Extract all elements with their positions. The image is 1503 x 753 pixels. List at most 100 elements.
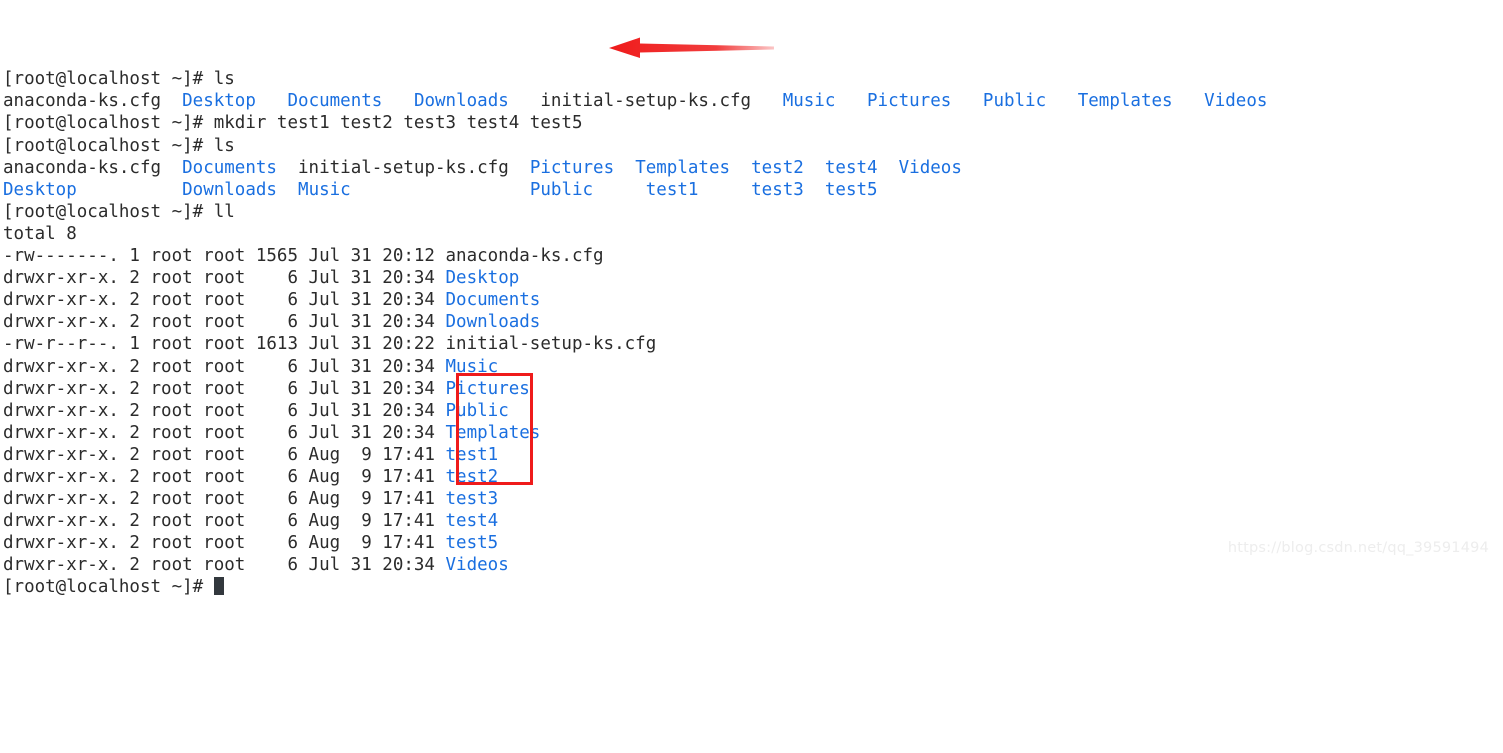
text-cursor (213, 577, 225, 596)
terminal-line: drwxr-xr-x. 2 root root 6 Jul 31 20:34 D… (3, 311, 1503, 333)
terminal-line: -rw-r--r--. 1 root root 1613 Jul 31 20:2… (3, 333, 1503, 355)
directory-name: Videos (445, 555, 509, 576)
directory-name: Downloads (413, 91, 509, 112)
directory-name: Desktop (445, 268, 520, 289)
output-text: drwxr-xr-x. 2 root root 6 Jul 31 20:34 (3, 378, 446, 399)
terminal-line: [root@localhost ~]# (3, 576, 1503, 598)
terminal-line: [root@localhost ~]# mkdir test1 test2 te… (3, 112, 1503, 134)
output-text: drwxr-xr-x. 2 root root 6 Jul 31 20:34 (3, 422, 446, 443)
directory-name: Templates (445, 422, 541, 443)
shell-command[interactable]: mkdir test1 test2 test3 test4 test5 (214, 113, 583, 133)
terminal-line: drwxr-xr-x. 2 root root 6 Jul 31 20:34 T… (3, 422, 1503, 444)
output-text: drwxr-xr-x. 2 root root 6 Jul 31 20:34 (3, 356, 446, 377)
directory-name: test2 (751, 157, 804, 178)
directory-name: Documents (287, 91, 383, 112)
directory-name: Public (445, 400, 509, 421)
output-text: -rw-------. 1 root root 1565 Jul 31 20:1… (3, 246, 604, 267)
directory-name: Music (445, 356, 499, 377)
terminal-line: -rw-------. 1 root root 1565 Jul 31 20:1… (3, 245, 1503, 267)
directory-name: test1 (645, 179, 699, 200)
directory-name: test4 (824, 157, 878, 178)
terminal-line: [root@localhost ~]# ls (3, 68, 1503, 90)
directory-name: Desktop (182, 91, 256, 112)
shell-prompt: [root@localhost ~]# (3, 135, 214, 156)
directory-name: test2 (445, 466, 499, 487)
directory-name: Music (298, 179, 351, 200)
directory-name: Pictures (445, 378, 530, 399)
directory-name: test4 (445, 511, 499, 532)
output-text: drwxr-xr-x. 2 root root 6 Jul 31 20:34 (3, 268, 446, 289)
output-text: total 8 (3, 223, 77, 244)
directory-name: test5 (445, 533, 499, 554)
terminal-line: drwxr-xr-x. 2 root root 6 Jul 31 20:34 P… (3, 400, 1503, 422)
output-text: anaconda-ks.cfg (3, 91, 183, 112)
shell-command[interactable]: ls (214, 136, 235, 156)
directory-name: Downloads (182, 179, 277, 200)
terminal-line: [root@localhost ~]# ls (3, 135, 1503, 157)
shell-prompt: [root@localhost ~]# (3, 113, 214, 134)
output-text: initial-setup-ks.cfg (276, 157, 530, 178)
directory-name: Public (529, 179, 594, 200)
output-text: anaconda-ks.cfg (3, 157, 183, 178)
terminal-line: drwxr-xr-x. 2 root root 6 Jul 31 20:34 P… (3, 378, 1503, 400)
output-text: drwxr-xr-x. 2 root root 6 Aug 9 17:41 (3, 511, 446, 532)
directory-name: Pictures (867, 91, 952, 112)
terminal-output-area: [root@localhost ~]# ls anaconda-ks.cfg De… (3, 68, 1503, 598)
output-text: drwxr-xr-x. 2 root root 6 Jul 31 20:34 (3, 290, 446, 311)
directory-name: Desktop (3, 179, 77, 200)
shell-prompt: [root@localhost ~]# (3, 201, 214, 222)
directory-name: Videos (898, 157, 962, 178)
output-text: drwxr-xr-x. 2 root root 6 Jul 31 20:34 (3, 555, 446, 576)
shell-prompt: [root@localhost ~]# (3, 577, 214, 598)
shell-command[interactable]: ll (214, 202, 235, 222)
terminal-line: total 8 (3, 223, 1503, 245)
directory-name: test3 (445, 489, 499, 510)
output-text: drwxr-xr-x. 2 root root 6 Jul 31 20:34 (3, 400, 446, 421)
terminal-line: drwxr-xr-x. 2 root root 6 Aug 9 17:41 te… (3, 466, 1503, 488)
output-text: drwxr-xr-x. 2 root root 6 Aug 9 17:41 (3, 466, 446, 487)
directory-name: test3 (751, 179, 804, 200)
directory-name: test1 (445, 444, 499, 465)
output-text: drwxr-xr-x. 2 root root 6 Aug 9 17:41 (3, 489, 446, 510)
terminal-line: drwxr-xr-x. 2 root root 6 Jul 31 20:34 D… (3, 267, 1503, 289)
directory-name: Documents (445, 290, 541, 311)
terminal-line: anaconda-ks.cfg Documents initial-setup-… (3, 157, 1503, 179)
terminal-line: drwxr-xr-x. 2 root root 6 Jul 31 20:34 D… (3, 289, 1503, 311)
terminal-window[interactable]: [root@localhost ~]# ls anaconda-ks.cfg De… (0, 0, 1503, 597)
terminal-line: drwxr-xr-x. 2 root root 6 Aug 9 17:41 te… (3, 444, 1503, 466)
directory-name: Pictures (529, 157, 615, 178)
output-text: initial-setup-ks.cfg (508, 91, 783, 112)
watermark-text: https://blog.csdn.net/qq_39591494 (1227, 539, 1489, 556)
output-text: -rw-r--r--. 1 root root 1613 Jul 31 20:2… (3, 334, 657, 355)
directory-name: Downloads (445, 312, 541, 333)
terminal-line: drwxr-xr-x. 2 root root 6 Aug 9 17:41 te… (3, 510, 1503, 532)
shell-command[interactable]: ls (214, 69, 235, 89)
terminal-line: Desktop Downloads Music Public test1 tes… (3, 179, 1503, 201)
output-text: drwxr-xr-x. 2 root root 6 Aug 9 17:41 (3, 533, 446, 554)
directory-name: Music (782, 91, 836, 112)
directory-name: Templates (635, 157, 731, 178)
terminal-line: anaconda-ks.cfg Desktop Documents Downlo… (3, 90, 1503, 112)
directory-name: Documents (182, 157, 277, 178)
directory-name: test5 (824, 179, 878, 200)
output-text: drwxr-xr-x. 2 root root 6 Jul 31 20:34 (3, 312, 446, 333)
directory-name: Templates (1077, 91, 1173, 112)
directory-name: Videos (1204, 91, 1268, 112)
directory-name: Public (982, 91, 1047, 112)
